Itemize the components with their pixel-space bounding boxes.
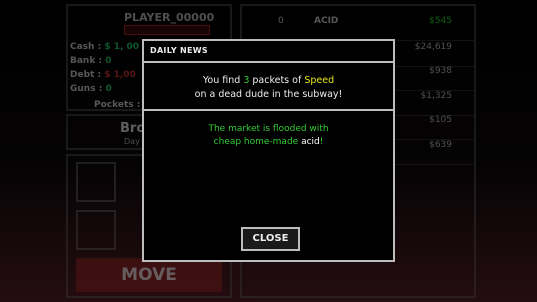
news2-text-post: !: [319, 137, 324, 147]
daily-news-dialog: DAILY NEWS You find 3 packets of Speed o…: [142, 39, 395, 262]
news1-text-pre: You find: [202, 75, 244, 86]
dialog-header: DAILY NEWS: [144, 41, 393, 63]
news2-drug: acid: [301, 137, 320, 147]
news1-drug: Speed: [304, 75, 335, 86]
news1-line2: on a dead dude in the subway!: [194, 89, 343, 100]
news-item-1: You find 3 packets of Speed on a dead du…: [144, 63, 393, 111]
news2-text-pre: cheap home-made: [213, 137, 302, 147]
dialog-title: DAILY NEWS: [150, 46, 208, 55]
news2-line1: The market is flooded with: [208, 124, 329, 134]
news-item-2: The market is flooded with cheap home-ma…: [144, 123, 393, 149]
news1-text-mid: packets of: [249, 75, 305, 86]
close-button[interactable]: CLOSE: [241, 227, 300, 251]
modal-overlay: DAILY NEWS You find 3 packets of Speed o…: [0, 0, 537, 302]
